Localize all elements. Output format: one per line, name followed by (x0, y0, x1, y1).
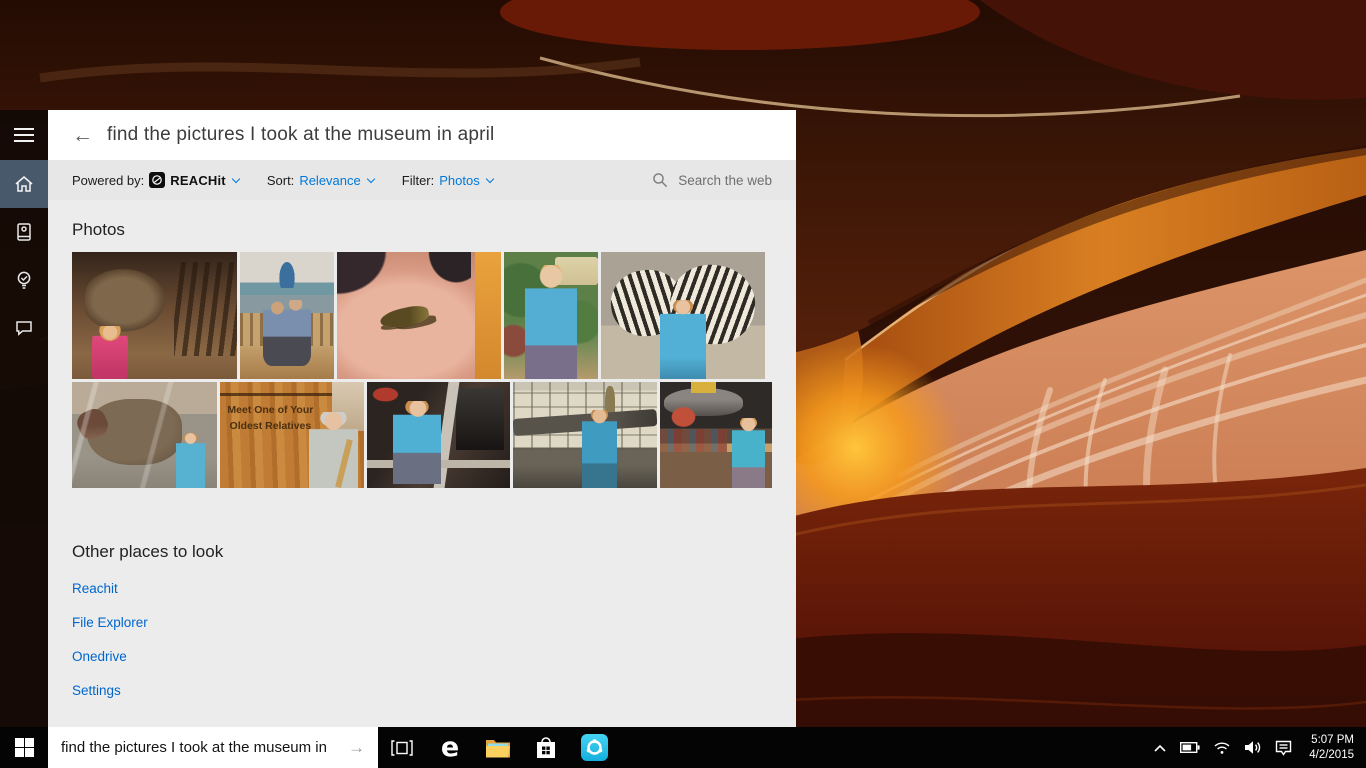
store-button[interactable] (522, 727, 570, 768)
clock-date: 4/2/2015 (1309, 748, 1354, 763)
filter-value: Photos (439, 173, 479, 188)
cortana-panel: ← find the pictures I took at the museum… (0, 110, 792, 727)
taskbar-clock[interactable]: 5:07 PM 4/2/2015 (1305, 733, 1354, 763)
reminders-icon (13, 269, 35, 291)
sort-label: Sort: (267, 173, 294, 188)
desktop: ← find the pictures I took at the museum… (0, 0, 1366, 768)
powered-by-label: Powered by: (72, 173, 144, 188)
search-query-text: find the pictures I took at the museum i… (107, 124, 494, 146)
photo-row-1 (72, 252, 772, 379)
file-explorer-icon (485, 737, 511, 758)
other-places-heading: Other places to look (72, 542, 772, 562)
volume-icon[interactable] (1244, 740, 1262, 755)
other-place-file-explorer[interactable]: File Explorer (72, 615, 148, 630)
edge-icon: e (441, 734, 459, 761)
filter-bar: Powered by: REACHit Sort: Relevance Filt… (48, 160, 796, 200)
photo-museum-stairs[interactable] (240, 252, 334, 379)
search-the-web-placeholder: Search the web (678, 173, 772, 188)
store-icon (535, 736, 557, 760)
sidebar-item-notebook[interactable] (0, 208, 48, 256)
photo-zebra-exhibit[interactable] (601, 252, 765, 379)
action-center-icon[interactable] (1275, 740, 1292, 756)
shareit-button[interactable] (570, 727, 618, 768)
battery-icon[interactable] (1180, 741, 1200, 754)
task-view-button[interactable] (378, 727, 426, 768)
system-tray: 5:07 PM 4/2/2015 (1153, 727, 1366, 768)
chevron-down-icon (367, 174, 375, 182)
start-button[interactable] (0, 727, 48, 768)
other-places-section: Other places to look Reachit File Explor… (72, 542, 772, 698)
feedback-icon (13, 317, 35, 339)
photo-air-space-hall[interactable] (513, 382, 657, 488)
sidebar-item-feedback[interactable] (0, 304, 48, 352)
photo-butterfly-garden[interactable] (504, 252, 598, 379)
photo-triceratops-girl[interactable] (72, 252, 237, 379)
start-icon (15, 738, 34, 757)
cortana-sidebar (0, 110, 48, 727)
sort-dropdown[interactable]: Sort: Relevance (267, 173, 374, 188)
home-icon (13, 173, 35, 195)
back-button[interactable]: ← (72, 125, 93, 146)
photo-row-2: Meet One of Your Oldest Relatives (72, 382, 772, 488)
taskbar: → e (0, 727, 1366, 768)
powered-by-dropdown[interactable]: Powered by: REACHit (72, 172, 239, 188)
sidebar-item-home[interactable] (0, 160, 48, 208)
sidebar-item-reminders[interactable] (0, 256, 48, 304)
hidden-icons-chevron-icon[interactable] (1153, 743, 1167, 753)
photo-hippo-exhibit[interactable] (72, 382, 217, 488)
photo-aircraft-cockpit[interactable] (367, 382, 510, 488)
hamburger-icon (14, 128, 34, 142)
filter-dropdown[interactable]: Filter: Photos (402, 173, 493, 188)
task-view-icon (391, 740, 413, 756)
search-the-web-field[interactable]: Search the web (652, 172, 772, 188)
file-explorer-button[interactable] (474, 727, 522, 768)
photo-grasshopper-hand[interactable] (337, 252, 501, 379)
cortana-main: ← find the pictures I took at the museum… (48, 110, 796, 727)
search-go-arrow[interactable]: → (348, 738, 365, 758)
wifi-icon[interactable] (1213, 741, 1231, 755)
photo-oldest-relatives-sign[interactable]: Meet One of Your Oldest Relatives (220, 382, 364, 488)
results-area: Photos Meet One of Your Oldest Relatives (48, 200, 796, 727)
filter-label: Filter: (402, 173, 435, 188)
photo-aircraft-displays[interactable] (660, 382, 772, 488)
taskbar-search-box[interactable]: → (48, 727, 378, 768)
query-header: ← find the pictures I took at the museum… (48, 110, 796, 160)
chevron-down-icon (232, 174, 240, 182)
clock-time: 5:07 PM (1309, 733, 1354, 748)
search-icon (652, 172, 668, 188)
other-place-reachit[interactable]: Reachit (72, 581, 118, 596)
other-place-onedrive[interactable]: Onedrive (72, 649, 127, 664)
hamburger-menu-button[interactable] (0, 110, 48, 160)
reachit-logo-icon (149, 172, 165, 188)
chevron-down-icon (485, 174, 493, 182)
photos-heading: Photos (72, 220, 772, 240)
powered-by-brand: REACHit (170, 173, 226, 188)
taskbar-search-input[interactable] (61, 739, 340, 756)
notebook-icon (13, 221, 35, 243)
shareit-icon (581, 734, 608, 761)
sort-value: Relevance (299, 173, 360, 188)
edge-button[interactable]: e (426, 727, 474, 768)
sign-text: Meet One of Your Oldest Relatives (226, 403, 315, 435)
other-place-settings[interactable]: Settings (72, 683, 121, 698)
